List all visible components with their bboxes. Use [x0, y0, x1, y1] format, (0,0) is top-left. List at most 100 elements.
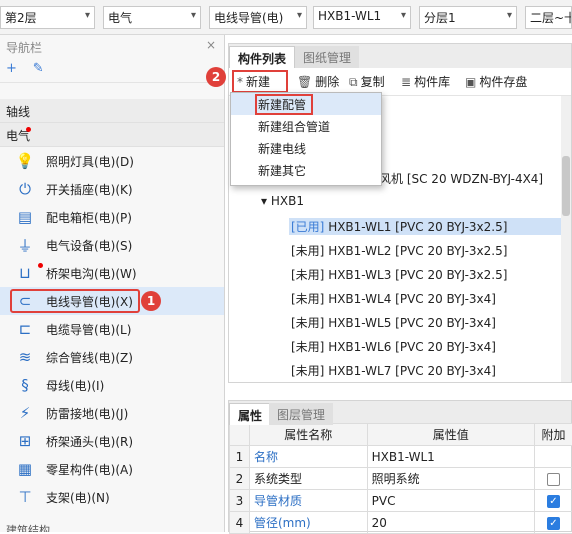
nav-item-label: 零星构件(电)(A) [46, 461, 133, 478]
tree-item-wl2[interactable]: [未用] HXB1-WL2 [PVC 20 BYJ-3x2.5] [291, 242, 507, 259]
delete-button[interactable]: 🗑删除 [297, 73, 339, 90]
tree-item-wl3[interactable]: [未用] HXB1-WL3 [PVC 20 BYJ-3x2.5] [291, 266, 507, 283]
tree-item-label: HXB1-WL7 [PVC 20 BYJ-3x4] [324, 364, 496, 378]
nav-item-integrated-pipeline[interactable]: ≋ 综合管线(电)(Z) [0, 343, 224, 371]
property-name: 系统类型 [249, 468, 367, 490]
row-number: 3 [230, 490, 250, 512]
used-tag: [已用] [291, 220, 324, 234]
floor-range-select[interactable]: 二层~十 [525, 6, 572, 29]
tree-item-label: HXB1-WL1 [PVC 20 BYJ-3x2.5] [324, 220, 507, 234]
tree-group-hxb1[interactable]: ▾ HXB1 [261, 194, 304, 208]
unused-tag: [未用] [291, 340, 324, 354]
tree-group-label: HXB1 [271, 194, 304, 208]
component-type-select[interactable]: 电线导管(电) ▾ [209, 6, 307, 29]
chevron-down-icon: ▾ [401, 10, 406, 21]
cable-conduit-icon: ⊏ [14, 320, 36, 338]
property-value[interactable]: PVC [367, 490, 534, 512]
edit-icon[interactable]: ✎ [33, 61, 44, 76]
property-name: 管径(mm) [249, 512, 367, 534]
tree-item-partial[interactable]: 压风机 [SC 20 WDZN-BYJ-4X4] [367, 170, 543, 187]
checkbox-checked[interactable]: ✓ [547, 495, 560, 508]
copy-button[interactable]: ⧉复制 [349, 73, 385, 90]
table-row[interactable]: 4 管径(mm) 20 ✓ [230, 512, 572, 534]
nav-item-misc-component[interactable]: ▦ 零星构件(电)(A) [0, 455, 224, 483]
add-icon[interactable]: + [6, 61, 17, 76]
delete-label: 删除 [315, 75, 339, 89]
nav-item-cable-conduit[interactable]: ⊏ 电缆导管(电)(L) [0, 315, 224, 343]
tree-scrollbar[interactable] [561, 96, 571, 382]
unused-tag: [未用] [291, 244, 324, 258]
row-number: 2 [230, 468, 250, 490]
nav-item-electrical-equipment[interactable]: ⏚ 电气设备(电)(S) [0, 231, 224, 259]
group-axis[interactable]: 轴线 [0, 99, 224, 123]
tree-item-wl6[interactable]: [未用] HXB1-WL6 [PVC 20 BYJ-3x4] [291, 338, 496, 355]
nav-item-lightning-ground[interactable]: ⚡ 防雷接地(电)(J) [0, 399, 224, 427]
new-dropdown-menu: 新建配管 新建组合管道 新建电线 新建其它 [230, 92, 382, 186]
nav-header: 导航栏 × [0, 35, 224, 57]
table-row[interactable]: 2 系统类型 照明系统 [230, 468, 572, 490]
column-header: 属性名称 [249, 424, 367, 446]
new-button[interactable]: *新建 [237, 73, 270, 90]
table-row[interactable]: 1 名称 HXB1-WL1 [230, 446, 572, 468]
menu-item-label: 新建电线 [258, 142, 306, 156]
nav-item-switch-socket[interactable]: ⏻ 开关插座(电)(K) [0, 175, 224, 203]
highlight-box [10, 289, 140, 313]
nav-item-label: 电缆导管(电)(L) [46, 321, 131, 338]
property-value[interactable]: 照明系统 [367, 468, 534, 490]
menu-item-new-other[interactable]: 新建其它 [231, 159, 381, 181]
group-building-structure-label: 建筑结构 [6, 524, 50, 532]
pipeline-icon: ≋ [14, 348, 36, 366]
menu-item-new-conduit[interactable]: 新建配管 [231, 93, 381, 115]
copy-icon: ⧉ [349, 75, 358, 89]
nav-item-cable-tray[interactable]: ⊔ 桥架电沟(电)(W) [0, 259, 224, 287]
floor-select[interactable]: 第2层 ▾ [0, 6, 95, 29]
nav-item-busbar[interactable]: § 母线(电)(I) [0, 371, 224, 399]
tab-label: 构件列表 [238, 52, 286, 66]
group-building-structure[interactable]: 建筑结构 [0, 522, 225, 532]
property-value[interactable]: HXB1-WL1 [367, 446, 534, 468]
nav-item-label: 桥架通头(电)(R) [46, 433, 133, 450]
save-component-button[interactable]: ▣构件存盘 [465, 73, 527, 90]
group-electric[interactable]: 电气 [0, 123, 224, 147]
tab-component-list[interactable]: 构件列表 [229, 46, 295, 68]
navigation-panel: 导航栏 × + ✎ 轴线 电气 💡 照明灯具(电)(D) ⏻ 开关插座(电)(K… [0, 35, 225, 532]
component-select[interactable]: HXB1-WL1 ▾ [313, 6, 411, 29]
layer-select[interactable]: 分层1 ▾ [419, 6, 517, 29]
nav-item-distribution-box[interactable]: ▤ 配电箱柜(电)(P) [0, 203, 224, 231]
tree-item-wl7[interactable]: [未用] HXB1-WL7 [PVC 20 BYJ-3x4] [291, 362, 496, 379]
checkbox-checked[interactable]: ✓ [547, 517, 560, 530]
close-icon[interactable]: × [206, 38, 216, 52]
lightning-ground-icon: ⚡ [14, 404, 36, 422]
scrollbar-thumb[interactable] [562, 156, 570, 216]
property-extra [535, 468, 572, 490]
menu-item-new-combined-pipe[interactable]: 新建组合管道 [231, 115, 381, 137]
component-type-select-value: 电线导管(电) [214, 11, 283, 25]
tree-item-wl1[interactable]: [已用] HXB1-WL1 [PVC 20 BYJ-3x2.5] [289, 218, 561, 235]
layer-select-value: 分层1 [424, 11, 456, 25]
tab-properties[interactable]: 属性 [229, 403, 271, 425]
nav-item-bracket[interactable]: ⊤ 支架(电)(N) [0, 483, 224, 511]
expand-arrow-icon: ▾ [261, 194, 271, 208]
tree-item-wl4[interactable]: [未用] HXB1-WL4 [PVC 20 BYJ-3x4] [291, 290, 496, 307]
step-badge-2: 2 [206, 67, 226, 87]
checkbox[interactable] [547, 473, 560, 486]
property-value[interactable]: 20 [367, 512, 534, 534]
nav-item-label: 防雷接地(电)(J) [46, 405, 128, 422]
nav-item-wire-conduit[interactable]: ⊂ 电线导管(电)(X) 1 [0, 287, 224, 315]
nav-item-label: 照明灯具(电)(D) [46, 153, 134, 170]
tray-icon: ⊔ [14, 264, 36, 282]
tab-drawing-management[interactable]: 图纸管理 [295, 46, 359, 68]
chevron-down-icon: ▾ [191, 10, 196, 21]
chevron-down-icon: ▾ [507, 10, 512, 21]
tab-layer-management[interactable]: 图层管理 [269, 403, 333, 425]
nav-item-lighting[interactable]: 💡 照明灯具(电)(D) [0, 147, 224, 175]
discipline-select[interactable]: 电气 ▾ [103, 6, 201, 29]
tree-item-wl5[interactable]: [未用] HXB1-WL5 [PVC 20 BYJ-3x4] [291, 314, 496, 331]
library-button[interactable]: ≣构件库 [401, 73, 450, 90]
tab-label: 属性 [238, 409, 262, 423]
library-label: 构件库 [414, 75, 450, 89]
component-tabs: 构件列表 图纸管理 [229, 44, 571, 68]
table-row[interactable]: 3 导管材质 PVC ✓ [230, 490, 572, 512]
nav-item-tray-fitting[interactable]: ⊞ 桥架通头(电)(R) [0, 427, 224, 455]
menu-item-new-wire[interactable]: 新建电线 [231, 137, 381, 159]
